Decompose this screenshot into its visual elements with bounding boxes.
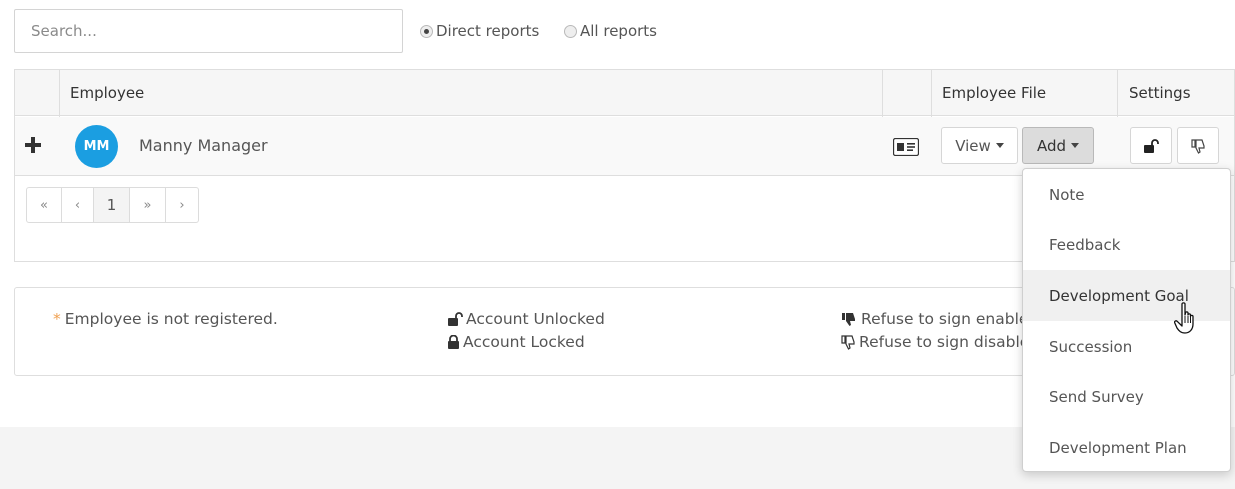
legend-label: Account Locked xyxy=(463,333,585,351)
hand-pointer-icon xyxy=(1174,302,1194,334)
legend-label: Refuse to sign enable xyxy=(861,310,1029,328)
pagination: « ‹ 1 » › xyxy=(26,187,199,223)
employee-name[interactable]: Manny Manager xyxy=(139,136,268,155)
filter-direct-reports[interactable]: Direct reports xyxy=(420,20,539,42)
legend-locked: Account Locked xyxy=(447,333,585,351)
legend-unlocked: Account Unlocked xyxy=(447,310,605,328)
refuse-to-sign-button[interactable] xyxy=(1177,127,1219,164)
page-next-button[interactable]: » xyxy=(130,188,166,222)
thumbs-down-outline-icon xyxy=(1191,138,1205,154)
plus-icon[interactable] xyxy=(24,136,42,154)
unlock-icon xyxy=(448,312,463,326)
menu-item-development-plan[interactable]: Development Plan xyxy=(1023,422,1230,471)
table-header xyxy=(15,70,1234,116)
unlock-icon xyxy=(1144,138,1159,153)
id-card-icon[interactable] xyxy=(893,138,919,156)
filter-all-reports[interactable]: All reports xyxy=(564,20,657,42)
page-first-button[interactable]: « xyxy=(27,188,62,222)
asterisk-icon: * xyxy=(53,310,61,328)
radio-all-reports[interactable] xyxy=(564,24,577,38)
view-label: View xyxy=(955,136,991,155)
legend-label: Refuse to sign disable xyxy=(859,333,1030,351)
legend-not-registered: * Employee is not registered. xyxy=(53,310,278,328)
caret-down-icon xyxy=(995,143,1004,148)
caret-down-icon xyxy=(1071,143,1080,148)
add-label: Add xyxy=(1036,136,1067,155)
legend-label: Account Unlocked xyxy=(466,310,605,328)
column-header-settings: Settings xyxy=(1129,84,1191,102)
thumbs-down-outline-icon xyxy=(841,335,855,350)
legend-refuse-disabled: Refuse to sign disable xyxy=(841,333,1029,351)
unlock-button[interactable] xyxy=(1130,127,1172,164)
page-prev-button[interactable]: ‹ xyxy=(62,188,94,222)
lock-icon xyxy=(448,335,459,349)
column-header-employee[interactable]: Employee xyxy=(70,70,144,116)
filter-label: All reports xyxy=(580,22,657,40)
avatar: MM xyxy=(75,125,118,168)
menu-item-note[interactable]: Note xyxy=(1023,169,1230,220)
radio-direct-reports[interactable] xyxy=(420,24,433,38)
filter-label: Direct reports xyxy=(436,22,540,40)
search-input[interactable] xyxy=(14,9,403,53)
menu-item-send-survey[interactable]: Send Survey xyxy=(1023,371,1230,422)
column-header-employee-file: Employee File xyxy=(942,84,1047,102)
view-button[interactable]: View xyxy=(941,127,1018,164)
thumbs-down-icon xyxy=(842,313,855,326)
add-button[interactable]: Add xyxy=(1022,127,1094,164)
menu-item-feedback[interactable]: Feedback xyxy=(1023,219,1230,270)
legend-label: Employee is not registered. xyxy=(64,310,278,328)
page-number-button[interactable]: 1 xyxy=(94,188,130,222)
page-last-button[interactable]: › xyxy=(166,188,198,222)
legend-refuse-enabled: Refuse to sign enable xyxy=(841,310,1028,328)
